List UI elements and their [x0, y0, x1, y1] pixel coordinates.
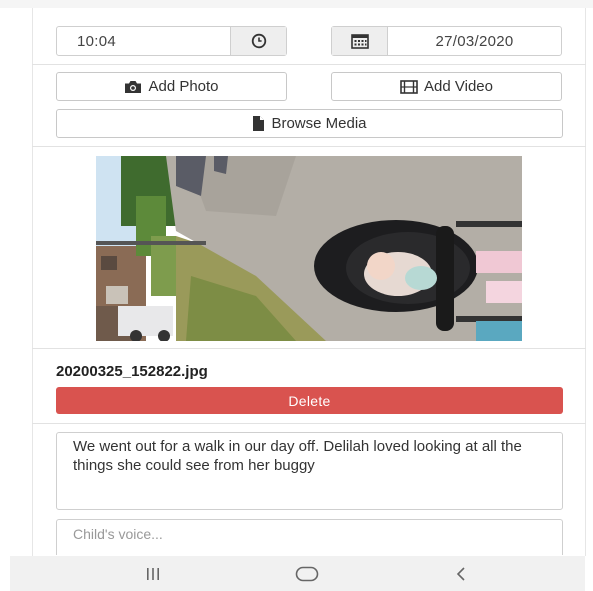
date-addon[interactable]: [332, 27, 388, 55]
top-strip: [0, 0, 593, 8]
home-button[interactable]: [277, 556, 337, 591]
camera-icon: [125, 80, 142, 93]
time-addon[interactable]: [230, 27, 286, 55]
date-input-group[interactable]: 27/03/2020: [331, 26, 562, 56]
note-textarea[interactable]: We went out for a walk in our day off. D…: [56, 432, 563, 510]
add-video-label: Add Video: [424, 78, 493, 95]
date-value[interactable]: 27/03/2020: [388, 27, 561, 55]
divider: [32, 64, 586, 65]
clock-icon: [251, 33, 266, 49]
calendar-icon: [350, 34, 369, 49]
divider: [32, 146, 586, 147]
film-icon: [400, 79, 418, 94]
file-icon: [253, 116, 265, 131]
browse-media-label: Browse Media: [271, 115, 367, 132]
divider: [32, 348, 586, 349]
add-video-button[interactable]: Add Video: [331, 72, 562, 101]
childs-voice-input[interactable]: Child's voice...: [56, 519, 563, 555]
back-icon: [456, 566, 465, 581]
divider: [32, 423, 586, 424]
delete-button[interactable]: Delete: [56, 387, 563, 414]
back-button[interactable]: [431, 556, 491, 591]
recents-icon: [147, 567, 159, 580]
attached-photo: [96, 156, 522, 341]
system-nav-bar: [10, 556, 585, 591]
home-icon: [295, 566, 319, 581]
add-photo-label: Add Photo: [148, 78, 219, 95]
recents-button[interactable]: [123, 556, 183, 591]
time-input-group[interactable]: 10:04: [56, 26, 287, 56]
time-value[interactable]: 10:04: [57, 27, 230, 55]
add-photo-button[interactable]: Add Photo: [56, 72, 287, 101]
attachment-filename: 20200325_152822.jpg: [56, 363, 208, 380]
browse-media-button[interactable]: Browse Media: [56, 109, 563, 138]
